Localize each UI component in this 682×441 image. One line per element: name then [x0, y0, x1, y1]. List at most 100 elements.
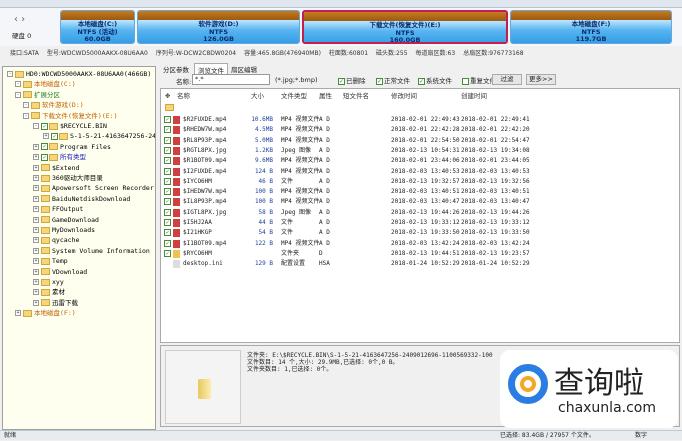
expand-toggle-icon[interactable]: +	[33, 289, 39, 296]
file-row[interactable]: ✓ $RL8P93P.mp4 5.0MB MP4 视频文件 A D 2018-02-01 …	[161, 136, 681, 146]
expand-toggle-icon[interactable]: +	[33, 185, 39, 192]
tree-item[interactable]: + $Extend	[33, 163, 79, 173]
tree-item[interactable]: - 扩展分区	[15, 90, 60, 100]
tree-item[interactable]: + qycache	[33, 235, 79, 245]
tree-item[interactable]: + System Volume Information	[33, 246, 150, 256]
expand-toggle-icon[interactable]: -	[7, 71, 13, 77]
column-4[interactable]: 短文件名	[343, 91, 369, 101]
checkbox-icon[interactable]: ✓	[418, 77, 425, 85]
file-checkbox[interactable]: ✓	[164, 167, 171, 175]
checkbox[interactable]: ✓	[41, 122, 48, 130]
tree-item[interactable]: + VDownload	[33, 267, 87, 277]
expand-toggle-icon[interactable]: +	[33, 206, 39, 213]
checkbox[interactable]: ✓	[51, 132, 58, 140]
expand-toggle-icon[interactable]: -	[33, 123, 39, 129]
tree-item[interactable]: + 素材	[33, 287, 65, 297]
column-5[interactable]: 修改时间	[391, 91, 417, 101]
filter-checkbox[interactable]: ✓ 正常文件	[376, 75, 410, 85]
file-checkbox[interactable]: ✓	[164, 126, 171, 134]
checkbox-icon[interactable]: ✓	[376, 77, 383, 85]
expand-toggle-icon[interactable]: +	[33, 164, 39, 171]
sort-icon[interactable]: ✥	[165, 91, 170, 101]
file-checkbox[interactable]: ✓	[164, 249, 171, 257]
expand-toggle-icon[interactable]: +	[33, 237, 39, 244]
column-0[interactable]: 名称	[177, 91, 190, 101]
file-row[interactable]: ✓ $IL8P93P.mp4 100 B MP4 视频文件 A D 2018-02-03 …	[161, 197, 681, 207]
file-row[interactable]: ✓ $RHEDW7W.mp4 4.5MB MP4 视频文件 A D 2018-02-01 …	[161, 125, 681, 135]
expand-toggle-icon[interactable]: +	[33, 216, 39, 223]
directory-tree[interactable]: - HD0:WDCWD5000AAKX-08U6AA0(466GB) - 本地磁盘(C…	[2, 66, 156, 430]
file-checkbox[interactable]: ✓	[164, 136, 171, 144]
expand-toggle-icon[interactable]: +	[33, 247, 39, 254]
expand-toggle-icon[interactable]: +	[33, 143, 39, 150]
column-1[interactable]: 大小	[251, 91, 264, 101]
file-checkbox[interactable]: ✓	[164, 146, 171, 154]
file-checkbox[interactable]: ✓	[164, 219, 171, 226]
column-6[interactable]: 创建时间	[461, 91, 487, 101]
partition-block[interactable]: 下载文件(恢复文件)(E:) NTFS 160.0GB	[302, 10, 508, 44]
file-checkbox[interactable]: ✓	[164, 157, 171, 165]
file-row[interactable]: ✓ $RYCO6HM 文件夹 D 2018-02-13 19:44:51 2018-02-…	[161, 249, 681, 259]
checkbox[interactable]: ✓	[41, 143, 48, 151]
file-row[interactable]: desktop.ini 129 B 配置设置 HSA 2018-01-24 10:52:…	[161, 259, 681, 269]
file-row[interactable]: ✓ $IGTL8PX.jpg 58 B Jpeg 图像 A D 2018-02-13 19…	[161, 208, 681, 218]
tree-item[interactable]: + GameDownload	[33, 215, 99, 225]
tree-item[interactable]: - 下载文件(恢复文件)(E:)	[23, 111, 117, 121]
expand-toggle-icon[interactable]: +	[33, 175, 39, 181]
filter-checkbox[interactable]: ✓ 已删除	[338, 75, 366, 85]
expand-toggle-icon[interactable]: -	[23, 112, 29, 119]
expand-toggle-icon[interactable]: +	[33, 258, 39, 265]
expand-toggle-icon[interactable]: +	[33, 195, 39, 202]
tree-item[interactable]: + Apowersoft Screen Recorder T	[33, 183, 155, 193]
file-row[interactable]: ✓ $IYCO6HM 46 B 文件 A D 2018-02-13 19:32:57 201…	[161, 177, 681, 187]
expand-toggle-icon[interactable]: +	[33, 268, 39, 275]
tree-item[interactable]: + Temp	[33, 256, 68, 266]
expand-toggle-icon[interactable]: +	[33, 299, 39, 306]
filter-checkbox[interactable]: 重复文件	[462, 75, 496, 85]
expand-toggle-icon[interactable]: -	[23, 102, 29, 109]
name-filter-input[interactable]: *.*	[192, 74, 270, 85]
expand-toggle-icon[interactable]: -	[15, 81, 21, 88]
file-row[interactable]: ✓ $I1BOT09.mp4 122 B MP4 视频文件 A D 2018-02-03 …	[161, 239, 681, 249]
file-row[interactable]: ✓ $R1BOT09.mp4 9.6MB MP4 视频文件 A D 2018-02-01 …	[161, 156, 681, 166]
file-row[interactable]: ✓ $I5HJ2AA 44 B 文件 A D 2018-02-13 19:33:12 201…	[161, 218, 681, 228]
expand-toggle-icon[interactable]: +	[43, 133, 49, 140]
tree-item[interactable]: - 本地磁盘(C:)	[15, 79, 76, 89]
file-checkbox[interactable]: ✓	[164, 198, 171, 206]
partition-block[interactable]: 软件游戏(D:) NTFS 126.0GB	[137, 10, 300, 44]
file-checkbox[interactable]: ✓	[164, 239, 171, 247]
file-row[interactable]: ✓ $RGTL8PX.jpg 1.2KB Jpeg 图像 A D 2018-02-13 1…	[161, 146, 681, 156]
partition-block[interactable]: 本地磁盘(C:) NTFS (活动) 60.0GB	[60, 10, 135, 44]
tree-item[interactable]: - ✓ $RECYCLE.BIN	[33, 121, 107, 131]
tree-item[interactable]: + MyDownloads	[33, 225, 95, 235]
tree-item[interactable]: - 软件游戏(D:)	[23, 100, 84, 110]
file-checkbox[interactable]: ✓	[164, 177, 171, 185]
column-3[interactable]: 属性	[319, 91, 332, 101]
nav-arrows-icon[interactable]: ‹ ›	[14, 14, 25, 25]
expand-toggle-icon[interactable]: -	[15, 91, 21, 98]
file-row[interactable]: ✓ $I21HKGP 54 B 文件 A D 2018-02-13 19:33:50 201…	[161, 228, 681, 238]
tree-item[interactable]: + ✓ S-1-5-21-4163647256-24	[43, 131, 155, 141]
filter-checkbox[interactable]: ✓ 系统文件	[418, 75, 452, 85]
tree-item[interactable]: + 迅雷下载	[33, 298, 78, 308]
column-2[interactable]: 文件类型	[281, 91, 307, 101]
tree-item[interactable]: + ✓ 所有类型	[33, 152, 86, 162]
tree-item[interactable]: +360驱动大师目录	[33, 173, 103, 183]
parent-folder-icon[interactable]	[165, 104, 174, 111]
tree-item[interactable]: + 本地磁盘(F:)	[15, 308, 76, 318]
more-button[interactable]: 更多>>	[526, 74, 556, 85]
checkbox-icon[interactable]	[462, 77, 469, 85]
tree-item[interactable]: + FFOutput	[33, 204, 83, 214]
file-checkbox[interactable]: ✓	[164, 229, 171, 237]
tree-item[interactable]: + ✓ Program Files	[33, 142, 111, 152]
file-checkbox[interactable]: ✓	[164, 188, 171, 196]
file-row[interactable]: ✓ $IHEDW7W.mp4 100 B MP4 视频文件 A D 2018-02-03 …	[161, 187, 681, 197]
checkbox[interactable]: ✓	[41, 153, 48, 161]
expand-toggle-icon[interactable]: +	[33, 279, 39, 285]
tree-item[interactable]: + xyy	[33, 277, 64, 287]
file-row[interactable]: ✓ $R2FUXDE.mp4 10.6MB MP4 视频文件 A D 2018-02-01…	[161, 115, 681, 125]
expand-toggle-icon[interactable]: +	[15, 310, 21, 317]
file-list[interactable]: ✥ 名称 大小 文件类型 属性 短文件名 修改时间 创建时间 ✓ $R2FUXDE.mp4 10.6…	[160, 88, 680, 343]
file-row[interactable]: ✓ $I2FUXDE.mp4 124 B MP4 视频文件 A D 2018-02-03 …	[161, 167, 681, 177]
file-checkbox[interactable]: ✓	[164, 208, 171, 216]
